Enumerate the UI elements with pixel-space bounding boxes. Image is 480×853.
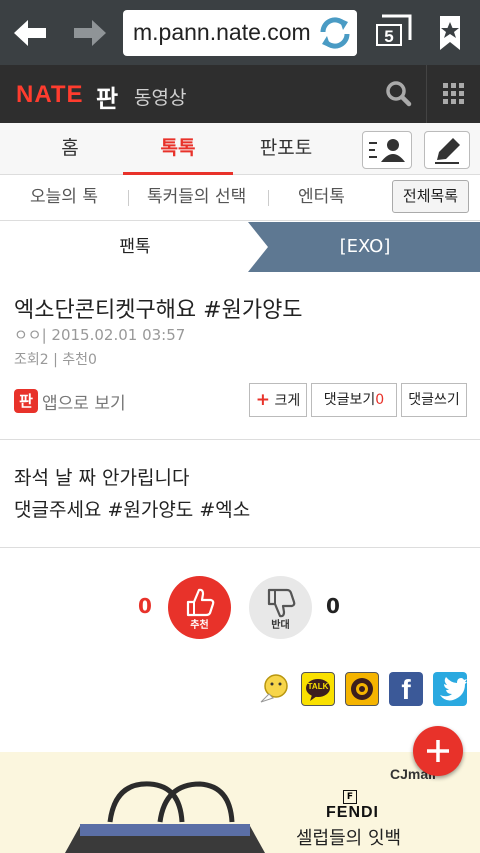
twitter-share-icon[interactable] <box>433 672 467 706</box>
pencil-icon[interactable] <box>424 131 470 169</box>
fendi-logo: FENDI <box>326 804 379 821</box>
pann-app-icon: 판 <box>14 389 38 413</box>
divider <box>0 547 480 548</box>
search-icon[interactable] <box>372 65 424 123</box>
tab-home[interactable]: 홈 <box>30 123 110 175</box>
breadcrumb: 팬톡 [EXO] <box>0 222 480 272</box>
nate-logo[interactable]: NATE <box>16 81 84 108</box>
main-tabs: 홈 톡톡 판포토 <box>0 123 480 175</box>
post-body-line: 좌석 날 짜 안가립니다 <box>14 467 190 489</box>
grid-menu-icon[interactable] <box>426 65 480 123</box>
breadcrumb-parent[interactable]: 팬톡 <box>70 222 200 272</box>
video-link[interactable]: 동영상 <box>134 83 186 110</box>
ad-copy: 셀럽들의 잇백 <box>296 828 402 849</box>
oppose-count: 0 <box>326 594 340 618</box>
post-body: 좌석 날 짜 안가립니다 댓글주세요 #원가양도 #엑소 <box>14 462 250 526</box>
plus-icon: + <box>255 390 271 410</box>
subtab-tokker-pick[interactable]: 톡커들의 선택 <box>147 175 246 219</box>
tabs-icon[interactable]: 5 <box>370 14 414 50</box>
recommend-count: 0 <box>138 594 152 618</box>
url-text: m.pann.nate.com <box>133 19 311 45</box>
kakaostory-share-icon[interactable] <box>345 672 379 706</box>
handbag-image <box>65 781 265 853</box>
recommend-button[interactable]: 추천 <box>168 576 231 639</box>
kakaotalk-share-icon[interactable]: TALK <box>301 672 335 706</box>
browser-toolbar: m.pann.nate.com 5 <box>0 0 480 65</box>
share-ask-icon[interactable] <box>257 672 291 706</box>
comment-count: 0 <box>375 392 385 408</box>
oppose-button[interactable]: 반대 <box>249 576 312 639</box>
write-comment-button[interactable]: 댓글쓰기 <box>401 383 467 417</box>
facebook-share-icon[interactable]: f <box>389 672 423 706</box>
breadcrumb-current[interactable]: [EXO] <box>290 222 440 272</box>
refresh-icon[interactable] <box>313 10 357 56</box>
divider <box>0 439 480 440</box>
pann-logo[interactable]: 판 <box>96 79 118 114</box>
plus-icon <box>427 740 449 762</box>
font-bigger-label: 크게 <box>274 393 301 409</box>
forward-arrow-icon[interactable] <box>70 14 110 52</box>
tab-count: 5 <box>376 24 402 46</box>
fendi-emblem: F <box>343 790 357 804</box>
bookmark-icon[interactable] <box>430 12 470 54</box>
kakaotalk-label: TALK <box>307 682 329 691</box>
subtab-entertalk[interactable]: 엔터톡 <box>298 175 345 219</box>
back-arrow-icon[interactable] <box>10 14 50 52</box>
floating-add-button[interactable] <box>413 726 463 776</box>
ad-banner[interactable]: CJmall F FENDI 셀럽들의 잇백 <box>0 752 480 853</box>
site-header: NATE 판 동영상 <box>0 65 480 123</box>
view-comments-button[interactable]: 댓글보기0 <box>311 383 397 417</box>
recommend-label: 추천 <box>190 620 209 631</box>
url-field[interactable]: m.pann.nate.com <box>123 10 357 56</box>
profile-list-icon[interactable] <box>362 131 412 169</box>
tab-panphoto[interactable]: 판포토 <box>246 123 326 175</box>
divider <box>268 190 269 206</box>
font-bigger-button[interactable]: + 크게 <box>249 383 307 417</box>
post-body-line: 댓글주세요 #원가양도 #엑소 <box>14 499 251 521</box>
oppose-label: 반대 <box>271 620 290 631</box>
all-list-button[interactable]: 전체목록 <box>392 180 469 213</box>
subtab-today[interactable]: 오늘의 톡 <box>30 175 98 219</box>
post-author-date: ㅇㅇ| 2015.02.01 03:57 <box>14 326 186 344</box>
post-stats: 조회2 | 추천0 <box>14 352 97 368</box>
post-title: 엑소단콘티켓구해요 #원가양도 <box>14 298 303 323</box>
sub-tabs: 오늘의 톡 톡커들의 선택 엔터톡 전체목록 <box>0 175 480 221</box>
app-view-label: 앱으로 보기 <box>42 394 126 414</box>
tab-toktok[interactable]: 톡톡 <box>123 123 233 175</box>
divider <box>128 190 129 206</box>
view-comments-label: 댓글보기 <box>323 392 376 408</box>
